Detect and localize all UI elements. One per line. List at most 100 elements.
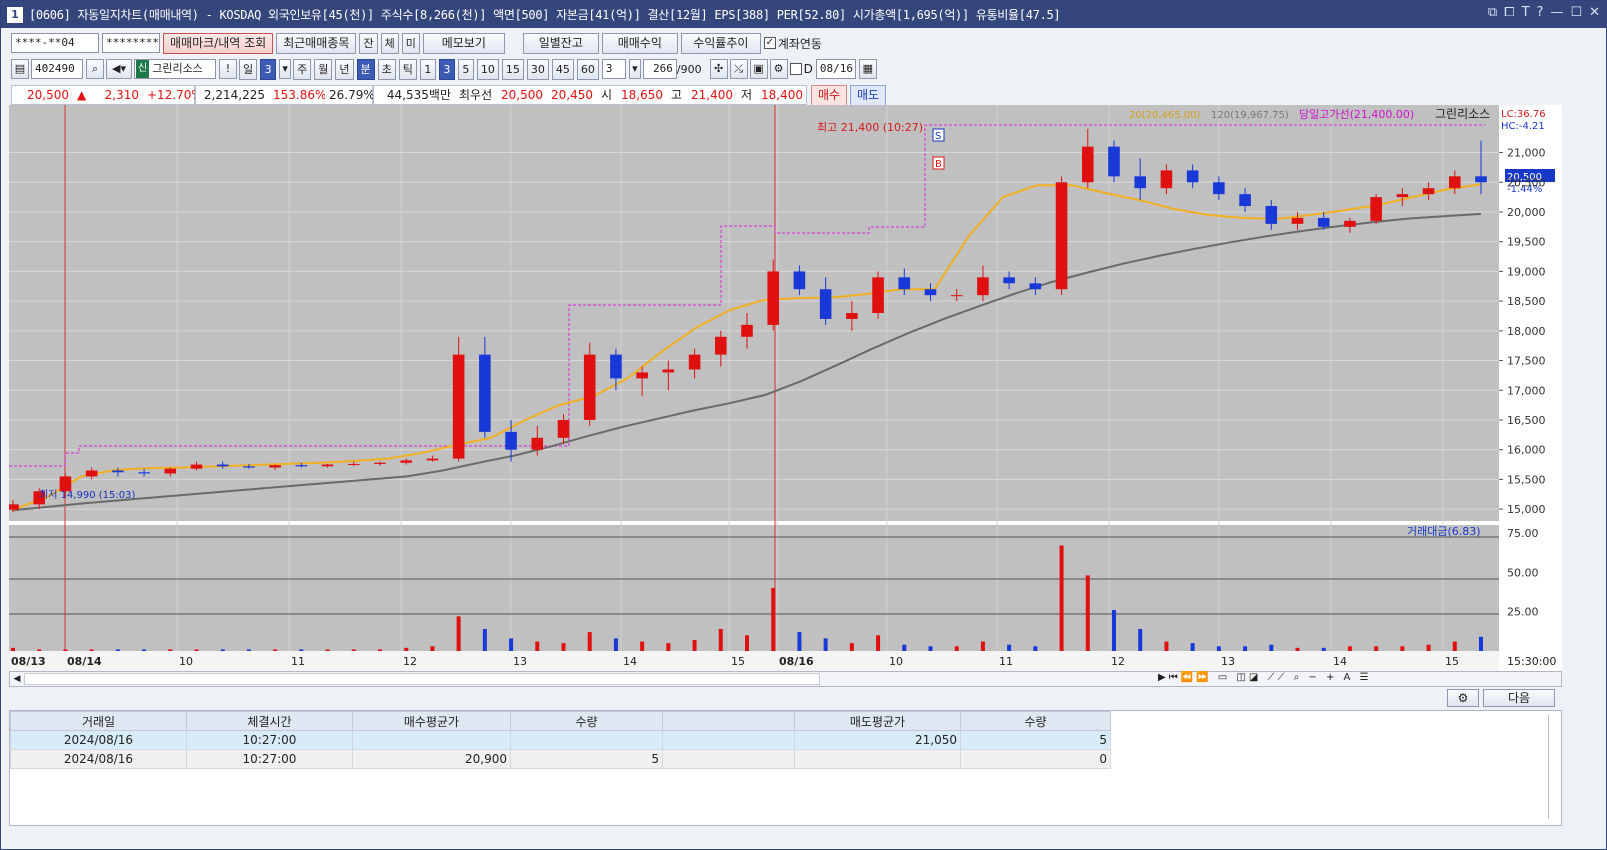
candle-body <box>216 464 229 467</box>
return-trend-button[interactable]: 수익률추이 <box>680 32 761 54</box>
candle-body <box>1448 176 1461 189</box>
scroll-thumb[interactable] <box>24 673 820 685</box>
table-row[interactable]: 2024/08/16 10:27:00 20,900 5 0 <box>10 749 1111 769</box>
close-icon[interactable]: ✕ <box>1589 5 1600 20</box>
stock-name-field[interactable]: 신 그린리소스 <box>134 59 216 79</box>
stock-code-field[interactable]: 402490 <box>31 59 83 79</box>
recent-trades-button[interactable]: 최근매매종목 <box>276 32 357 54</box>
balance-button[interactable]: 잔 <box>359 32 378 54</box>
price-tick-label: 18,000 <box>1507 325 1546 338</box>
help-icon[interactable]: ? <box>1537 5 1544 20</box>
date-field[interactable]: 08/16 <box>815 59 856 79</box>
minute-1[interactable]: 1 <box>419 58 436 80</box>
restore-layout-icon[interactable]: ⧉ <box>1488 5 1497 20</box>
low-label: 저 <box>737 85 757 105</box>
search-icon[interactable]: ⌕ <box>86 59 104 79</box>
table-row[interactable]: 2024/08/16 10:27:00 21,050 5 <box>10 730 1111 750</box>
cell-buy-qty: 5 <box>510 749 663 769</box>
account-field[interactable]: ****-**04 <box>11 33 99 53</box>
time-tick-label: 12 <box>403 655 417 668</box>
layout-icon[interactable]: ▤ <box>11 59 29 79</box>
save-icon[interactable]: ▣ <box>749 59 768 79</box>
tile-icon[interactable]: ⧠ <box>1504 5 1514 20</box>
minute-15[interactable]: 15 <box>501 58 524 80</box>
bar-count-field[interactable]: 266 <box>642 59 677 79</box>
col-exec-time[interactable]: 체결시간 <box>186 711 353 731</box>
minute-45[interactable]: 45 <box>551 58 574 80</box>
col-trade-date[interactable]: 거래일 <box>10 711 187 731</box>
minute-30[interactable]: 30 <box>526 58 549 80</box>
period-week[interactable]: 주 <box>293 58 312 80</box>
sound-icon[interactable]: ◀▾ <box>106 59 132 79</box>
time-axis <box>9 651 1499 671</box>
candle-body <box>138 472 150 474</box>
trade-history-table: 거래일 체결시간 매수평균가 수량 매도평균가 수량 2024/08/16 10… <box>9 710 1562 826</box>
volume-bar <box>378 649 382 651</box>
buy-marker[interactable]: B <box>932 156 945 170</box>
alert-icon[interactable]: ! <box>219 59 237 79</box>
daily-balance-button[interactable]: 일별잔고 <box>522 32 599 54</box>
cell-sell-avg: 21,050 <box>794 730 961 750</box>
col-buy-avg[interactable]: 매수평균가 <box>352 711 511 731</box>
time-tick-label: 14 <box>1333 655 1347 668</box>
candle-body <box>1370 197 1382 221</box>
volume-bar <box>1295 647 1300 651</box>
minute-3[interactable]: 3 <box>438 58 455 80</box>
period-tick[interactable]: 틱 <box>398 58 417 80</box>
chevron-down-icon[interactable]: ▾ <box>279 59 292 79</box>
period-year[interactable]: 년 <box>335 58 354 80</box>
price-chart[interactable]: 20(20,465.00) 120(19,967.75) 당일고가선(21,40… <box>9 105 1562 671</box>
volume-bar <box>1033 646 1038 651</box>
sell-marker[interactable]: S <box>932 128 945 142</box>
next-button[interactable]: 다음 <box>1483 689 1555 707</box>
executed-button[interactable]: 체 <box>380 32 399 54</box>
account-link-checkbox[interactable]: ✓ <box>763 37 776 49</box>
period-minute[interactable]: 분 <box>356 58 375 80</box>
playback-icons[interactable]: ▶⏮⏪⏩ ▭ ◫◪ ⟋⟋ ⌕ − + A ☰ <box>1158 672 1372 683</box>
scroll-left-icon[interactable]: ◀ <box>10 672 24 686</box>
col-buy-qty[interactable]: 수량 <box>510 711 663 731</box>
maximize-icon[interactable]: ☐ <box>1570 5 1582 20</box>
unfilled-button[interactable]: 미 <box>401 32 420 54</box>
candle-body <box>505 431 517 450</box>
password-field[interactable]: ******** <box>102 33 160 53</box>
period-day[interactable]: 일 <box>239 58 258 80</box>
interval-dropdown-icon[interactable]: ▾ <box>628 59 641 79</box>
period-value[interactable]: 3 <box>260 58 277 80</box>
text-icon[interactable]: T <box>1522 5 1530 20</box>
sell-button[interactable]: 매도 <box>850 84 886 106</box>
action-row: ⚙ 다음 <box>9 689 1562 709</box>
candle-body <box>819 289 832 319</box>
turnover-rate: 26.79% <box>325 85 375 105</box>
period-second[interactable]: 초 <box>377 58 396 80</box>
trade-profit-button[interactable]: 매매수익 <box>601 32 678 54</box>
minute-60[interactable]: 60 <box>576 58 599 80</box>
ask-price: 20,500 <box>497 85 545 105</box>
period-month[interactable]: 월 <box>314 58 333 80</box>
price-tick-label: 16,000 <box>1507 444 1546 457</box>
gear-icon[interactable]: ⚙ <box>769 59 788 79</box>
time-tick-label: 08/13 <box>11 655 46 668</box>
d-checkbox[interactable] <box>789 63 802 75</box>
horizontal-scrollbar[interactable]: ◀ ▶⏮⏪⏩ ▭ ◫◪ ⟋⟋ ⌕ − + A ☰ <box>9 671 1562 687</box>
candle-body <box>1081 146 1094 183</box>
col-sell-qty[interactable]: 수량 <box>960 711 1111 731</box>
account-link-label: 계좌연동 <box>777 36 822 51</box>
calendar-icon[interactable]: ▦ <box>858 59 877 79</box>
tool-icon[interactable]: ⤯ <box>729 59 748 79</box>
trade-mark-query-button[interactable]: 매매마크/내역 조회 <box>163 32 274 54</box>
hc-value: HC:-4.21 <box>1501 121 1545 132</box>
minimize-icon[interactable]: — <box>1550 5 1563 20</box>
minute-10[interactable]: 10 <box>476 58 499 80</box>
settings-icon[interactable]: ⚙ <box>1447 689 1479 707</box>
col-sell-avg[interactable]: 매도평균가 <box>794 711 961 731</box>
buy-button[interactable]: 매수 <box>811 84 847 106</box>
memo-button[interactable]: 메모보기 <box>422 32 505 54</box>
vertical-scrollbar[interactable] <box>1548 715 1558 819</box>
candle-body <box>243 466 255 468</box>
cell-time: 10:27:00 <box>186 749 353 769</box>
cross-icon[interactable]: ✣ <box>709 59 728 79</box>
interval-field[interactable]: 3 <box>601 59 626 79</box>
minute-5[interactable]: 5 <box>457 58 474 80</box>
volume-bar <box>509 638 514 651</box>
